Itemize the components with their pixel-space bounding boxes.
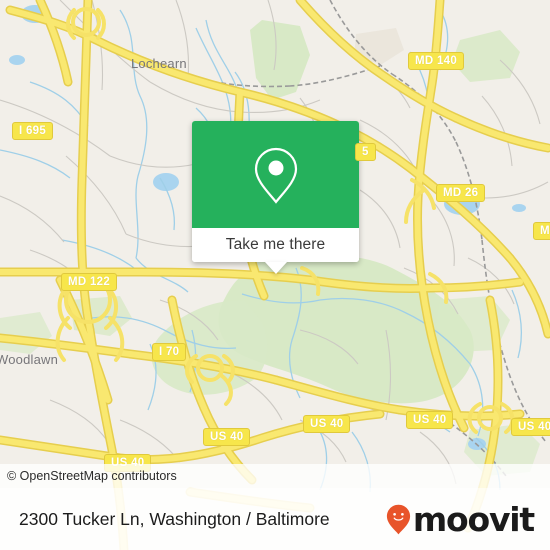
address-title: 2300 Tucker Ln, Washington / Baltimore	[19, 508, 330, 529]
map-screen: Lochearn Woodlawn MD 140 I 695 MD 26 MD …	[0, 0, 550, 550]
shield-i-70: I 70	[152, 343, 187, 361]
shield-md-partial: MD	[533, 222, 550, 240]
card-icon-area	[192, 121, 359, 228]
card-pointer-tip	[264, 262, 287, 274]
shield-us-40-4: US 40	[406, 411, 454, 429]
moovit-wordmark: moovit	[412, 499, 535, 539]
shield-md-140: MD 140	[408, 52, 465, 70]
map-place-label-lochearn: Lochearn	[131, 56, 187, 71]
openstreetmap-attribution[interactable]: © OpenStreetMap contributors	[0, 469, 177, 483]
shield-md-26: MD 26	[436, 184, 486, 202]
moovit-smiley-pin-icon	[386, 504, 410, 534]
location-pin-icon	[254, 147, 297, 204]
shield-us-40-2: US 40	[203, 428, 251, 446]
take-me-there-label: Take me there	[225, 236, 326, 253]
shield-i-695: I 695	[12, 122, 54, 140]
shield-md-occluded: 5	[355, 143, 376, 161]
shield-us-40-3: US 40	[303, 415, 351, 433]
map-attribution-bar: © OpenStreetMap contributors	[0, 464, 550, 488]
card-action-area[interactable]: Take me there	[192, 228, 359, 274]
shield-md-122: MD 122	[61, 273, 118, 291]
location-callout-card[interactable]: Take me there	[192, 121, 359, 274]
moovit-logo[interactable]: moovit	[386, 499, 535, 539]
footer-bar: 2300 Tucker Ln, Washington / Baltimore m…	[0, 488, 550, 550]
shield-us-40-5: US 40	[511, 418, 550, 436]
map-place-label-woodlawn: Woodlawn	[0, 352, 59, 367]
